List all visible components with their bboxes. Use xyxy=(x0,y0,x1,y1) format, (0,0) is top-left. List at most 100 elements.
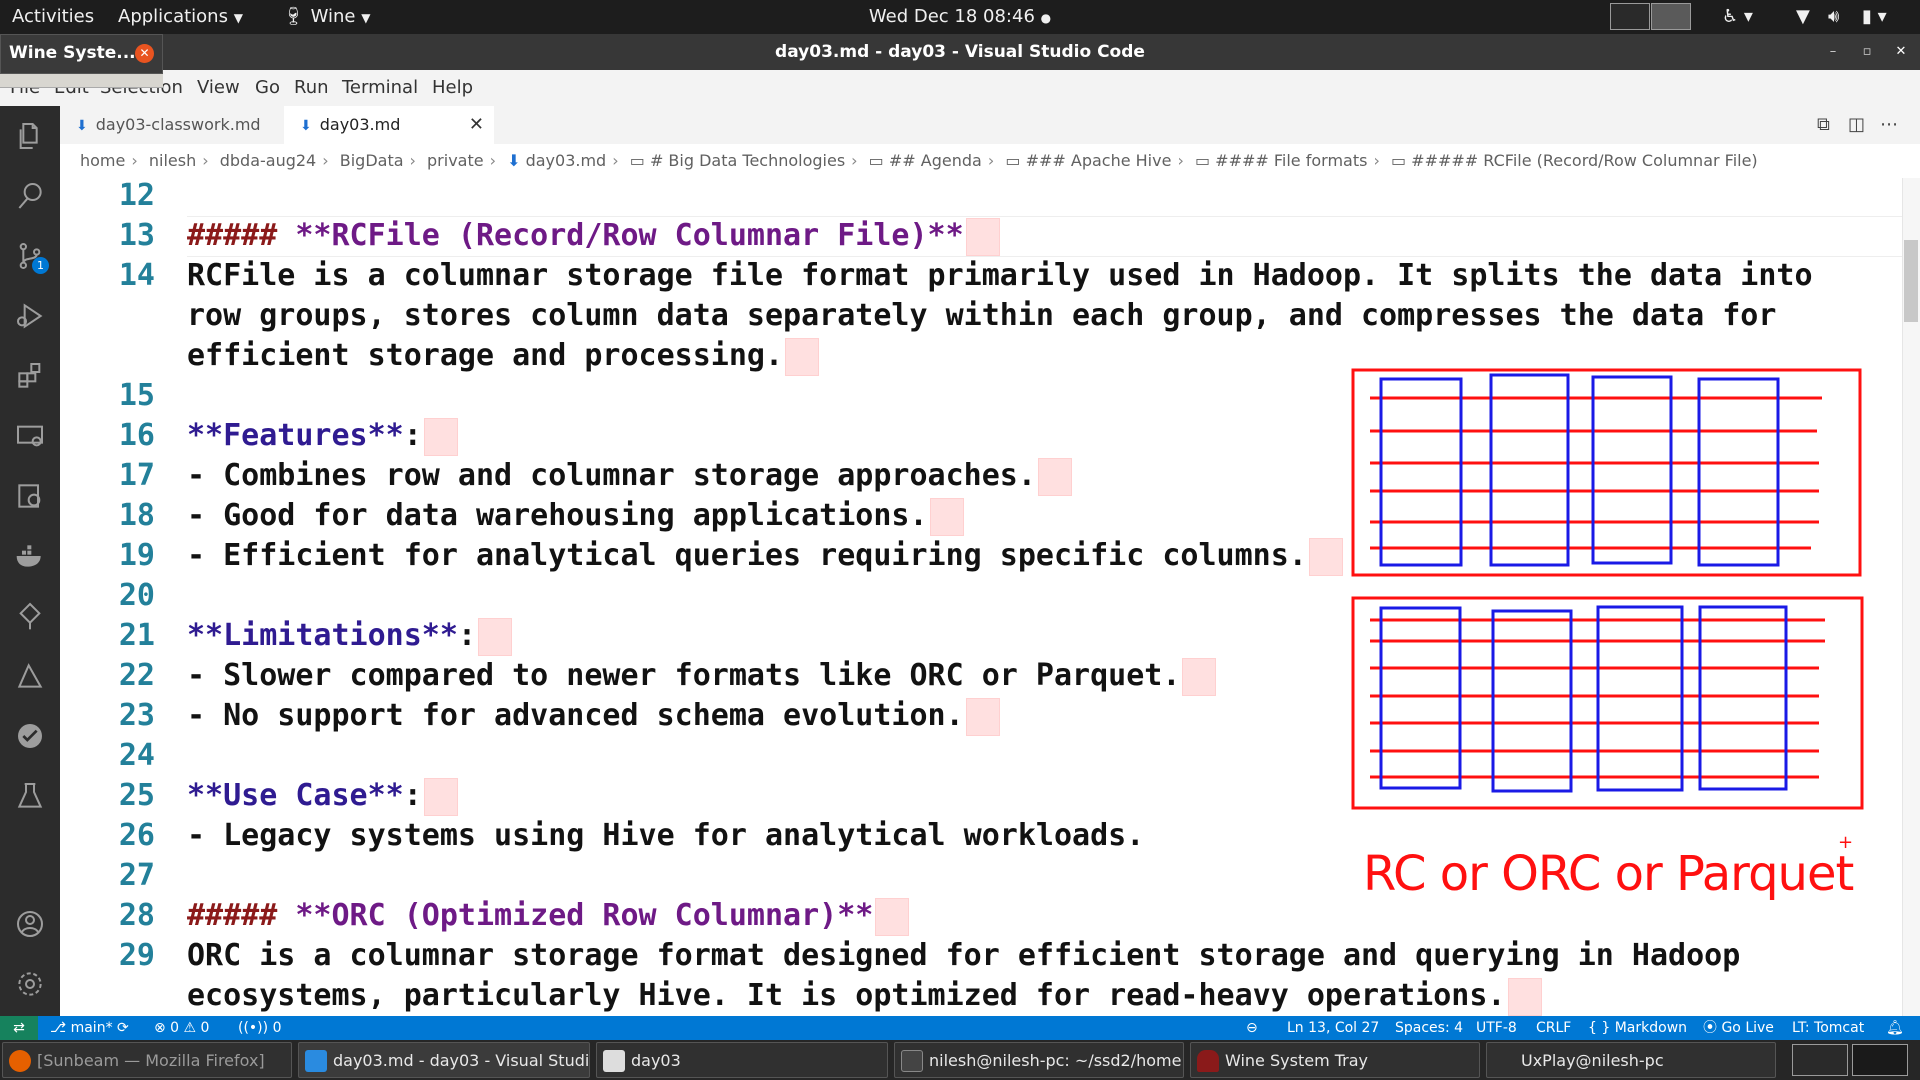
editor-scrollbar[interactable] xyxy=(1902,178,1920,1016)
blue-column xyxy=(1697,377,1780,567)
breadcrumb-item[interactable]: day03.md xyxy=(526,151,607,170)
close-icon[interactable]: ✕ xyxy=(469,106,484,144)
tab-day03-classwork[interactable]: ⬇ day03-classwork.md xyxy=(60,106,282,144)
battery-icon[interactable]: ▮ ▾ xyxy=(1862,0,1887,34)
breadcrumb-item[interactable]: private xyxy=(427,151,484,170)
tab-day03[interactable]: ⬇ day03.md ✕ xyxy=(284,106,494,144)
line-number: 21 xyxy=(118,618,155,653)
trailing-whitespace-marker xyxy=(1507,977,1542,1016)
activities-button[interactable]: Activities xyxy=(12,0,94,34)
line-text: - Efficient for analytical queries requi… xyxy=(187,538,1307,573)
breadcrumb-item[interactable]: dbda-aug24 xyxy=(220,151,317,170)
wine-system-tray-popup[interactable]: Wine Syste... ✕ xyxy=(0,34,163,74)
docker-icon[interactable] xyxy=(0,531,60,581)
search-icon[interactable] xyxy=(0,171,60,221)
branch-icon: ⎇ xyxy=(50,1020,67,1036)
git-branch[interactable]: ⎇ main* ⟳ xyxy=(50,1016,129,1040)
breadcrumb-item[interactable]: ### Apache Hive xyxy=(1026,151,1172,170)
encoding[interactable]: UTF-8 xyxy=(1476,1016,1517,1040)
editor-tabs: ⬇ day03-classwork.md ⬇ day03.md ✕ ⧉ ◫ ⋯ xyxy=(60,106,1920,144)
accessibility-icon[interactable]: ♿︎ ▾ xyxy=(1722,0,1753,34)
explorer-icon[interactable] xyxy=(0,111,60,161)
tomcat-status[interactable]: LT: Tomcat xyxy=(1792,1016,1864,1040)
workspace-switcher-1[interactable] xyxy=(1792,1044,1848,1076)
taskbar-folder[interactable]: day03 xyxy=(596,1042,888,1078)
trailing-whitespace-marker xyxy=(785,337,820,376)
account-icon[interactable] xyxy=(0,899,60,949)
row-group-diagram-bottom xyxy=(1351,596,1864,810)
trailing-whitespace-marker xyxy=(423,777,458,816)
breadcrumb-item[interactable]: # Big Data Technologies xyxy=(650,151,845,170)
run-debug-icon[interactable] xyxy=(0,291,60,341)
testing-tree-icon[interactable] xyxy=(0,591,60,641)
taskbar-firefox[interactable]: [Sunbeam — Mozilla Firefox] xyxy=(2,1042,292,1078)
more-actions-icon[interactable]: ⋯ xyxy=(1880,106,1898,144)
taskbar-uxplay[interactable]: UxPlay@nilesh-pc xyxy=(1486,1042,1776,1078)
azure-icon[interactable] xyxy=(0,651,60,701)
breadcrumb-item[interactable]: ##### RCFile (Record/Row Columnar File) xyxy=(1411,151,1758,170)
bell-icon[interactable]: 🔔︎ xyxy=(1886,1016,1904,1040)
workspace-1[interactable] xyxy=(1610,3,1650,30)
remote-icon[interactable]: ⇄ xyxy=(0,1016,38,1040)
symbol-string-icon: ▭ xyxy=(629,151,645,170)
line-number: 23 xyxy=(118,698,155,733)
close-icon[interactable]: ✕ xyxy=(135,44,154,63)
wine-app-menu[interactable]: 🍷︎ Wine ▼ xyxy=(282,0,370,34)
split-editor-icon[interactable]: ◫ xyxy=(1848,106,1865,144)
line-number: 28 xyxy=(118,898,155,933)
line-number: 12 xyxy=(118,178,155,213)
remote-explorer-icon[interactable] xyxy=(0,411,60,461)
taskbar-label: [Sunbeam — Mozilla Firefox] xyxy=(37,1051,265,1070)
ports-indicator[interactable]: ((•)) 0 xyxy=(238,1016,281,1040)
source-control-badge: 1 xyxy=(32,257,49,274)
drawing-caption: RC or ORC or Parquet xyxy=(1363,846,1854,902)
maximize-icon[interactable]: ▫ xyxy=(1856,41,1878,63)
symbol-string-icon: ▭ xyxy=(1005,151,1021,170)
line-number: 20 xyxy=(118,578,155,613)
end-of-line[interactable]: CRLF xyxy=(1536,1016,1571,1040)
taskbar-wine-tray[interactable]: Wine System Tray xyxy=(1190,1042,1480,1078)
line-number: 26 xyxy=(118,818,155,853)
workspace-2[interactable] xyxy=(1651,3,1691,30)
check-circle-icon[interactable] xyxy=(0,711,60,761)
breadcrumb-item[interactable]: ## Agenda xyxy=(889,151,982,170)
close-icon[interactable]: ✕ xyxy=(1890,41,1912,63)
language-mode[interactable]: { } Markdown xyxy=(1588,1016,1687,1040)
breadcrumb-item[interactable]: BigData xyxy=(340,151,404,170)
open-preview-icon[interactable]: ⧉ xyxy=(1817,106,1830,144)
indentation[interactable]: Spaces: 4 xyxy=(1395,1016,1463,1040)
menu-view[interactable]: View xyxy=(197,70,240,106)
breadcrumb-item[interactable]: home xyxy=(80,151,125,170)
menu-help[interactable]: Help xyxy=(432,70,473,106)
workspace-switcher-2[interactable] xyxy=(1852,1044,1908,1076)
vscode-icon xyxy=(305,1050,327,1072)
taskbar-vscode[interactable]: day03.md - day03 - Visual Studi... xyxy=(298,1042,590,1078)
network-icon[interactable]: ▼ xyxy=(1796,0,1810,34)
applications-menu[interactable]: Applications ▼ xyxy=(118,0,243,34)
cursor-position[interactable]: Ln 13, Col 27 xyxy=(1287,1016,1379,1040)
volume-icon[interactable]: 🔊︎ xyxy=(1828,0,1839,34)
taskbar: [Sunbeam — Mozilla Firefox] day03.md - d… xyxy=(0,1040,1920,1080)
minimize-icon[interactable]: – xyxy=(1822,41,1844,63)
breadcrumb: home › nilesh › dbda-aug24 › BigData › priva… xyxy=(60,144,1920,178)
menu-go[interactable]: Go xyxy=(255,70,280,106)
menu-terminal[interactable]: Terminal xyxy=(342,70,418,106)
go-live-button[interactable]: ⦿ Go Live xyxy=(1703,1016,1774,1040)
breadcrumb-item[interactable]: nilesh xyxy=(149,151,196,170)
window-titlebar[interactable]: day03.md - day03 - Visual Studio Code – … xyxy=(0,34,1920,70)
gear-icon[interactable] xyxy=(0,959,60,1009)
breadcrumb-item[interactable]: #### File formats xyxy=(1215,151,1367,170)
taskbar-terminal[interactable]: nilesh@nilesh-pc: ~/ssd2/home... xyxy=(894,1042,1184,1078)
source-control-icon[interactable]: 1 xyxy=(0,231,60,281)
line-number: 18 xyxy=(118,498,155,533)
scrollbar-thumb[interactable] xyxy=(1904,240,1918,322)
zoom-icon[interactable]: ⊖ xyxy=(1246,1016,1258,1040)
menu-run[interactable]: Run xyxy=(294,70,329,106)
docker-settings-icon[interactable] xyxy=(0,471,60,521)
editor-line: 13 ##### **RCFile (Record/Row Columnar Fi… xyxy=(60,216,1900,256)
line-text: RCFile is a columnar storage file format… xyxy=(187,258,1813,293)
problems-count[interactable]: ⊗ 0 ⚠ 0 xyxy=(154,1016,209,1040)
flask-icon[interactable] xyxy=(0,771,60,821)
extensions-icon[interactable] xyxy=(0,351,60,401)
firefox-icon xyxy=(9,1050,31,1072)
